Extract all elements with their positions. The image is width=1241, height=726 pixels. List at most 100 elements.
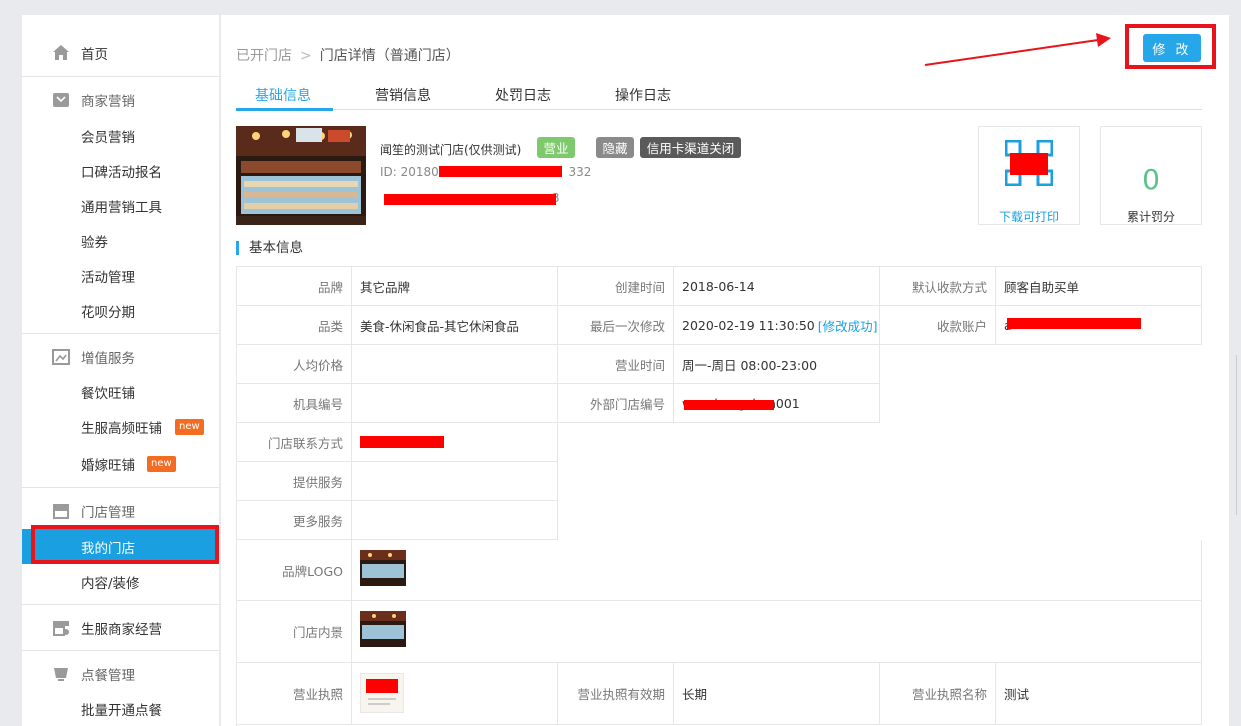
field-label: 提供服务 <box>237 462 352 501</box>
divider <box>22 650 219 651</box>
field-value-modified: 2020-02-19 11:30:50 [修改成功] <box>674 306 880 345</box>
divider <box>22 333 219 334</box>
field-value-brand-logo <box>352 540 1202 601</box>
divider <box>22 76 219 77</box>
nav-label: 通用营销工具 <box>81 199 162 216</box>
nav-section-value-added[interactable]: 增值服务 <box>22 339 219 374</box>
redaction-mark <box>439 166 562 177</box>
penalty-score-card: 0 累计罚分 <box>1100 126 1202 225</box>
nav-label: 婚嫁旺铺 <box>81 457 135 474</box>
qr-code-icon <box>1005 140 1053 186</box>
field-label: 最后一次修改 <box>558 306 674 345</box>
nav-label: 批量开通点餐 <box>81 702 162 719</box>
breadcrumb-separator: > <box>300 48 312 64</box>
nav-catering-shop[interactable]: 餐饮旺铺 <box>22 374 219 409</box>
nav-huabei[interactable]: 花呗分期 <box>22 293 219 328</box>
field-value-machine <box>352 384 558 423</box>
field-value-created: 2018-06-14 <box>674 267 880 306</box>
nav-section-life-service[interactable]: 生服商家经营 <box>22 610 219 645</box>
field-label: 营业执照 <box>237 663 352 725</box>
home-icon <box>53 45 69 60</box>
redaction-mark <box>360 436 444 448</box>
field-label: 品牌LOGO <box>237 540 352 601</box>
field-label: 外部门店编号 <box>558 384 674 423</box>
store-icon <box>53 504 69 519</box>
new-badge: new <box>175 419 204 435</box>
field-label: 机具编号 <box>237 384 352 423</box>
shop-gear-icon <box>53 621 69 636</box>
scrollbar-edge[interactable] <box>1236 355 1241 515</box>
redaction-mark <box>384 194 556 205</box>
modified-status-link[interactable]: [修改成功] <box>818 316 878 335</box>
section-label: 点餐管理 <box>81 667 135 684</box>
tab-marketing-info[interactable]: 营销信息 <box>375 85 431 105</box>
nav-label: 验券 <box>81 234 108 251</box>
field-value-payment: 顾客自助买单 <box>996 267 1202 306</box>
nav-life-shop[interactable]: 生服高频旺铺 new <box>22 409 219 444</box>
field-label: 创建时间 <box>558 267 674 306</box>
main-panel: 已开门店 > 门店详情（普通门店） 修 改 基础信息 营销信息 处罚日志 操作日志 … <box>221 15 1229 726</box>
field-label: 默认收款方式 <box>880 267 996 306</box>
qr-download-label[interactable]: 下载可打印 <box>979 208 1079 225</box>
interior-thumbnail[interactable] <box>360 611 406 647</box>
tab-penalty-log[interactable]: 处罚日志 <box>495 85 551 105</box>
section-label: 生服商家经营 <box>81 621 162 638</box>
nav-batch-ordering[interactable]: 批量开通点餐 <box>22 691 219 726</box>
new-badge: new <box>147 456 176 472</box>
penalty-score-label: 累计罚分 <box>1126 210 1175 224</box>
nav-label: 内容/装修 <box>81 575 140 592</box>
store-photo <box>236 126 366 225</box>
nav-label: 会员营销 <box>81 129 135 146</box>
field-value-services <box>352 462 558 501</box>
value-added-icon <box>52 349 70 365</box>
field-label: 营业执照有效期 <box>558 663 674 725</box>
store-name: 闻笙的测试门店(仅供测试) <box>380 143 522 157</box>
nav-koubei-signup[interactable]: 口碑活动报名 <box>22 153 219 188</box>
license-thumbnail[interactable] <box>360 673 404 713</box>
nav-section-ordering[interactable]: 点餐管理 <box>22 656 219 691</box>
nav-wedding-shop[interactable]: 婚嫁旺铺 new <box>22 446 219 481</box>
divider <box>22 487 219 488</box>
field-label: 门店联系方式 <box>237 423 352 462</box>
nav-section-marketing[interactable]: 商家营销 <box>22 82 219 117</box>
sidebar: 首页 商家营销 会员营销 口碑活动报名 通用营销工具 验券 活动管理 花呗分期 … <box>22 15 219 726</box>
nav-member-marketing[interactable]: 会员营销 <box>22 118 219 153</box>
section-label: 商家营销 <box>81 93 135 110</box>
nav-section-store-mgmt[interactable]: 门店管理 <box>22 493 219 528</box>
nav-verify-coupon[interactable]: 验券 <box>22 223 219 258</box>
nav-content-decoration[interactable]: 内容/装修 <box>22 564 219 599</box>
breadcrumb-parent[interactable]: 已开门店 <box>236 48 292 64</box>
marketing-icon <box>53 93 69 107</box>
field-value-avg-price <box>352 345 558 384</box>
field-value-license-name: 测试 <box>996 663 1202 725</box>
qr-download-card[interactable]: 下载可打印 <box>978 126 1080 225</box>
divider <box>22 604 219 605</box>
section-title-basic-info: 基本信息 <box>236 241 303 255</box>
store-id-suffix: 332 <box>568 165 592 179</box>
field-label: 更多服务 <box>237 501 352 540</box>
field-label: 人均价格 <box>237 345 352 384</box>
nav-home[interactable]: 首页 <box>22 35 219 70</box>
breadcrumb-current: 门店详情（普通门店） <box>319 48 460 64</box>
tab-basic-info[interactable]: 基础信息 <box>255 85 311 105</box>
nav-label: 口碑活动报名 <box>81 164 162 181</box>
field-label: 营业时间 <box>558 345 674 384</box>
nav-label: 花呗分期 <box>81 304 135 321</box>
field-label: 门店内景 <box>237 601 352 663</box>
nav-activity-mgmt[interactable]: 活动管理 <box>22 258 219 293</box>
modified-time: 2020-02-19 11:30:50 <box>682 317 815 333</box>
field-label: 品牌 <box>237 267 352 306</box>
nav-label: 餐饮旺铺 <box>81 385 135 402</box>
cup-icon <box>54 668 68 681</box>
active-tab-indicator <box>236 108 333 111</box>
nav-general-tools[interactable]: 通用营销工具 <box>22 188 219 223</box>
field-value-interior <box>352 601 1202 663</box>
brand-logo-thumbnail[interactable] <box>360 550 406 586</box>
nav-label: 活动管理 <box>81 269 135 286</box>
section-label: 增值服务 <box>81 350 135 367</box>
field-value-hours: 周一-周日 08:00-23:00 <box>674 345 880 384</box>
status-badge-hidden: 隐藏 <box>596 137 634 158</box>
nav-home-label: 首页 <box>81 46 108 63</box>
tab-operation-log[interactable]: 操作日志 <box>615 85 671 105</box>
field-value-more-services <box>352 501 558 540</box>
